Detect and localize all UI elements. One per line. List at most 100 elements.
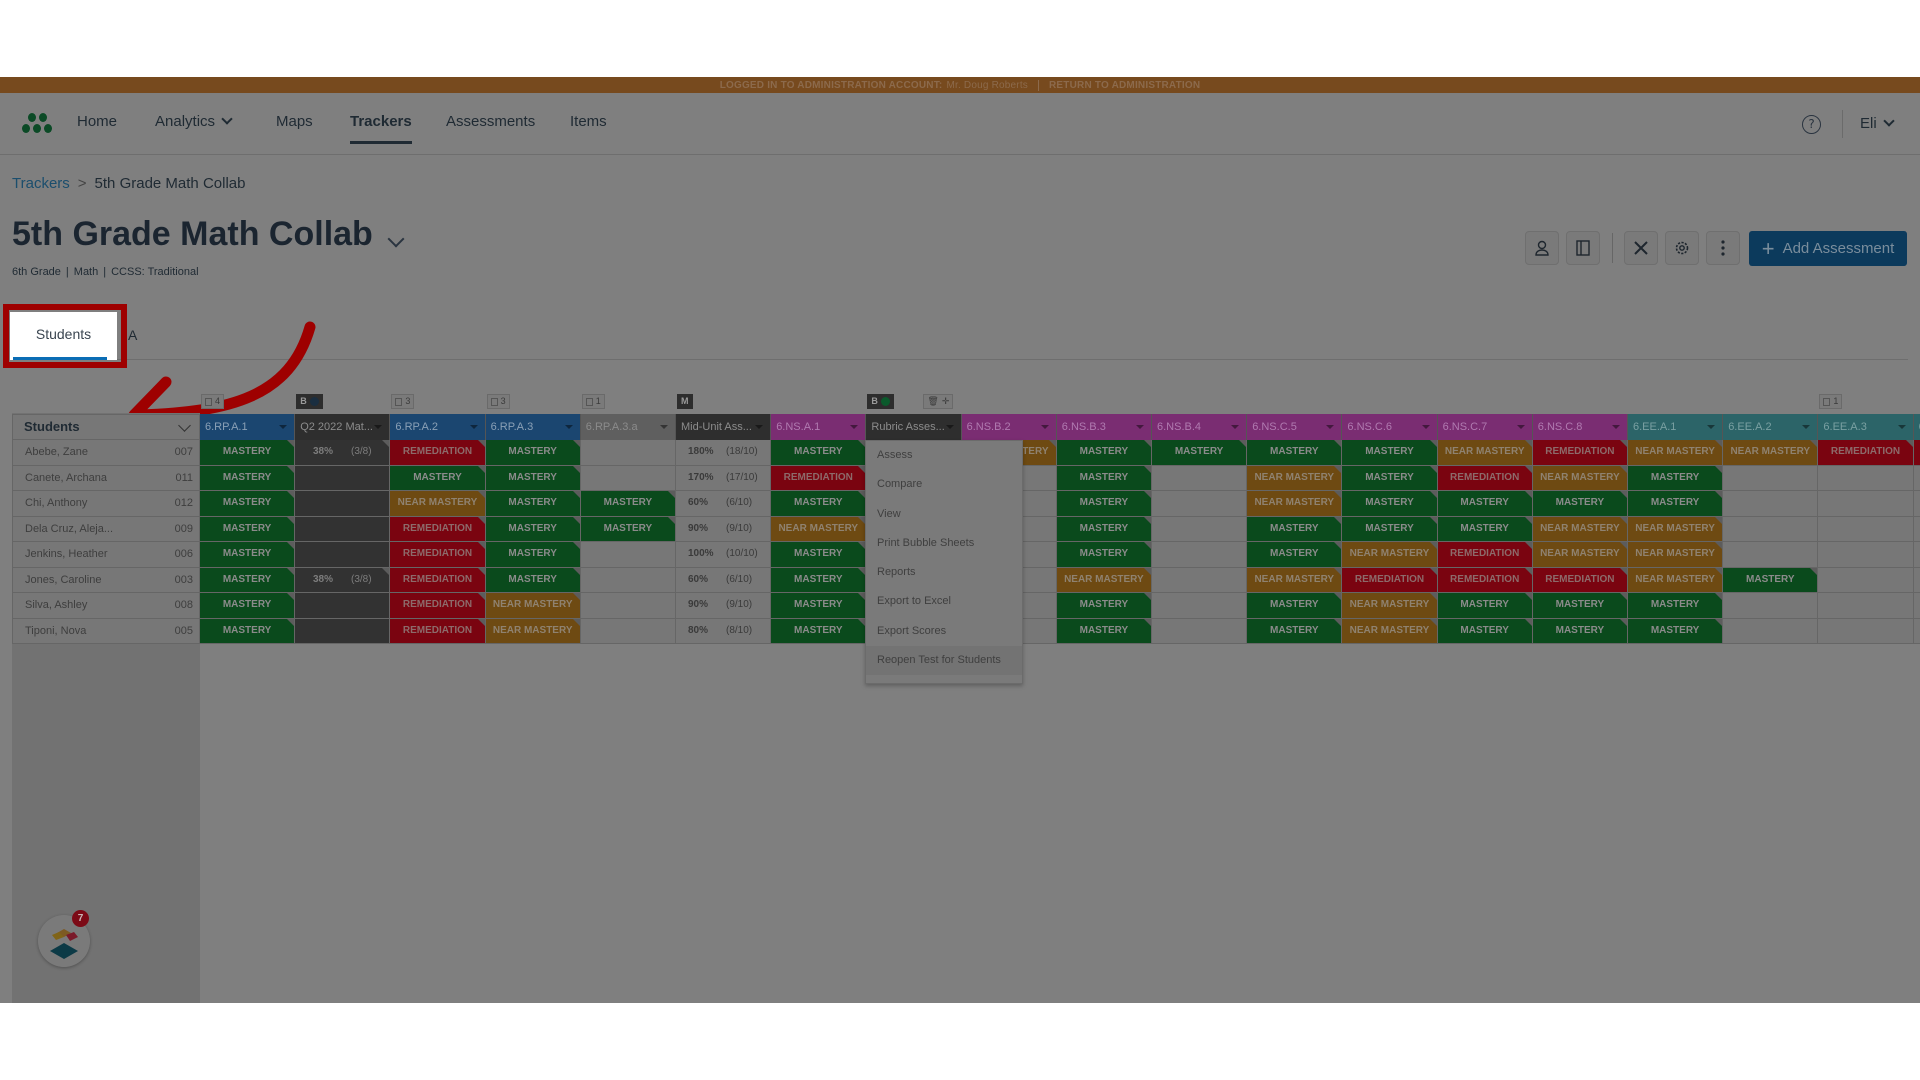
caret-down-icon[interactable] bbox=[1707, 425, 1716, 429]
student-row[interactable]: Dela Cruz, Aleja... 009 bbox=[12, 516, 200, 542]
grid-cell[interactable]: REMEDIATION bbox=[390, 516, 486, 542]
grid-cell[interactable]: NEAR MASTERY bbox=[1437, 440, 1533, 466]
grid-cell[interactable]: MASTERY bbox=[1247, 542, 1343, 568]
grid-cell[interactable]: 180% (18/10) bbox=[676, 440, 772, 466]
grid-cell[interactable]: MASTERY bbox=[1056, 618, 1152, 644]
grid-cell[interactable] bbox=[1913, 618, 1920, 644]
column-header-mid-unit-ass[interactable]: Mid-Unit Ass... bbox=[676, 414, 772, 440]
caret-down-icon[interactable] bbox=[1135, 425, 1144, 429]
return-to-admin-link[interactable]: RETURN TO ADMINISTRATION bbox=[1049, 80, 1200, 91]
grid-cell[interactable]: MASTERY bbox=[1247, 440, 1343, 466]
grid-cell[interactable]: MASTERY bbox=[390, 465, 486, 491]
grid-cell[interactable]: MASTERY bbox=[200, 567, 296, 593]
student-row[interactable]: Canete, Archana 011 bbox=[12, 465, 200, 491]
grid-cell[interactable] bbox=[580, 593, 676, 619]
grid-cell[interactable] bbox=[1152, 465, 1248, 491]
caret-down-icon[interactable] bbox=[564, 425, 573, 429]
grid-cell[interactable]: MASTERY bbox=[1247, 593, 1343, 619]
nav-home[interactable]: Home bbox=[77, 113, 117, 130]
grid-cell[interactable]: MASTERY bbox=[1342, 491, 1438, 517]
grid-cell[interactable] bbox=[1818, 593, 1914, 619]
grid-cell[interactable]: NEAR MASTERY bbox=[1532, 516, 1628, 542]
column-header-rubric-asses[interactable]: Rubric Asses... bbox=[866, 414, 962, 440]
grid-cell[interactable] bbox=[1913, 542, 1920, 568]
grid-cell[interactable]: MASTERY bbox=[1056, 465, 1152, 491]
trash-icon[interactable]: 🗑 bbox=[927, 395, 938, 408]
grid-cell[interactable]: REMEDIATION bbox=[1532, 440, 1628, 466]
grid-cell[interactable]: MASTERY bbox=[1247, 618, 1343, 644]
menu-item-export-to-excel[interactable]: Export to Excel bbox=[866, 587, 1022, 616]
grid-cell[interactable]: MASTERY bbox=[200, 593, 296, 619]
grid-cell[interactable]: MASTERY bbox=[1342, 516, 1438, 542]
column-header-6-ns-c-8[interactable]: 6.NS.C.8 bbox=[1532, 414, 1628, 440]
caret-down-icon[interactable] bbox=[1040, 425, 1049, 429]
grid-cell[interactable]: MASTERY bbox=[1532, 491, 1628, 517]
grid-cell[interactable]: NEAR MASTERY bbox=[1532, 542, 1628, 568]
add-assessment-button[interactable]: + Add Assessment bbox=[1749, 231, 1907, 266]
grid-cell[interactable]: 170% (17/10) bbox=[676, 465, 772, 491]
grid-cell[interactable]: MASTERY bbox=[1628, 491, 1724, 517]
grid-cell[interactable]: MASTERY bbox=[771, 567, 867, 593]
grid-cell[interactable]: MASTERY bbox=[1628, 618, 1724, 644]
move-icon[interactable]: ✛ bbox=[942, 395, 950, 408]
grid-cell[interactable]: 80% (8/10) bbox=[676, 618, 772, 644]
column-tag[interactable]: 3 bbox=[486, 394, 510, 409]
grid-cell[interactable]: MASTERY bbox=[1437, 593, 1533, 619]
grid-cell[interactable]: MASTERY bbox=[200, 440, 296, 466]
column-header-6-ee-a-2[interactable]: 6.EE.A.2 bbox=[1723, 414, 1819, 440]
caret-down-icon[interactable] bbox=[1516, 425, 1525, 429]
caret-down-icon[interactable] bbox=[1897, 425, 1906, 429]
grid-cell[interactable]: MASTERY bbox=[1437, 516, 1533, 542]
grid-cell[interactable]: MASTERY bbox=[1152, 440, 1248, 466]
grid-cell[interactable] bbox=[1152, 491, 1248, 517]
grid-cell[interactable]: NEAR MASTERY bbox=[485, 593, 581, 619]
grid-cell[interactable]: MASTERY bbox=[1628, 465, 1724, 491]
grid-cell[interactable]: 60% (6/10) bbox=[676, 567, 772, 593]
grid-cell[interactable] bbox=[295, 593, 391, 619]
grid-cell[interactable]: 38% (3/8) bbox=[295, 567, 391, 593]
grid-cell[interactable] bbox=[1723, 491, 1819, 517]
grid-cell[interactable]: MASTERY bbox=[1628, 593, 1724, 619]
grid-cell[interactable]: NEAR MASTERY bbox=[1247, 567, 1343, 593]
grid-cell[interactable] bbox=[1818, 491, 1914, 517]
grid-cell[interactable] bbox=[580, 567, 676, 593]
grid-cell[interactable] bbox=[580, 440, 676, 466]
column-header-6-rp-a-1[interactable]: 6.RP.A.1 bbox=[200, 414, 296, 440]
student-row[interactable]: Abebe, Zane 007 bbox=[12, 440, 200, 466]
student-row[interactable]: Silva, Ashley 008 bbox=[12, 593, 200, 619]
caret-down-icon[interactable] bbox=[1421, 425, 1430, 429]
caret-down-icon[interactable] bbox=[659, 425, 668, 429]
grid-cell[interactable]: MASTERY bbox=[200, 465, 296, 491]
student-row[interactable]: Jenkins, Heather 006 bbox=[12, 542, 200, 568]
breadcrumb-trackers-link[interactable]: Trackers bbox=[12, 175, 70, 192]
grid-cell[interactable]: REMEDIATION bbox=[1342, 567, 1438, 593]
menu-item-export-scores[interactable]: Export Scores bbox=[866, 617, 1022, 646]
grid-cell[interactable]: MASTERY bbox=[485, 567, 581, 593]
nav-assessments[interactable]: Assessments bbox=[446, 113, 535, 130]
student-row[interactable]: Jones, Caroline 003 bbox=[12, 567, 200, 593]
caret-down-icon[interactable] bbox=[1611, 425, 1620, 429]
grid-cell[interactable] bbox=[1723, 618, 1819, 644]
column-tag[interactable]: 1 bbox=[1819, 394, 1843, 409]
column-header-6-ns-c-5[interactable]: 6.NS.C.5 bbox=[1247, 414, 1343, 440]
grid-cell[interactable] bbox=[295, 618, 391, 644]
grid-cell[interactable]: MASTERY bbox=[200, 516, 296, 542]
grid-cell[interactable]: MASTERY bbox=[580, 516, 676, 542]
grid-cell[interactable]: MASTERY bbox=[1056, 516, 1152, 542]
grid-cell[interactable]: REMEDIATION bbox=[1437, 542, 1533, 568]
grid-cell[interactable]: MASTERY bbox=[1437, 491, 1533, 517]
grid-cell[interactable]: MASTERY bbox=[485, 440, 581, 466]
grid-cell[interactable]: REMEDIATION bbox=[1818, 440, 1914, 466]
title-chevron-down-icon[interactable] bbox=[387, 230, 405, 248]
grid-cell[interactable]: MASTERY bbox=[485, 491, 581, 517]
grid-cell[interactable] bbox=[580, 542, 676, 568]
caret-down-icon[interactable] bbox=[850, 425, 859, 429]
caret-down-icon[interactable] bbox=[469, 425, 478, 429]
grid-cell[interactable]: NEAR MASTERY bbox=[390, 491, 486, 517]
grid-cell[interactable]: 60% (6/10) bbox=[676, 491, 772, 517]
grid-cell[interactable]: REMEDIATION bbox=[390, 618, 486, 644]
column-header-6[interactable]: 6 bbox=[1913, 414, 1920, 440]
grid-cell[interactable] bbox=[1723, 542, 1819, 568]
notebook-button[interactable] bbox=[1566, 231, 1600, 265]
grid-cell[interactable]: NEAR MASTERY bbox=[1342, 593, 1438, 619]
